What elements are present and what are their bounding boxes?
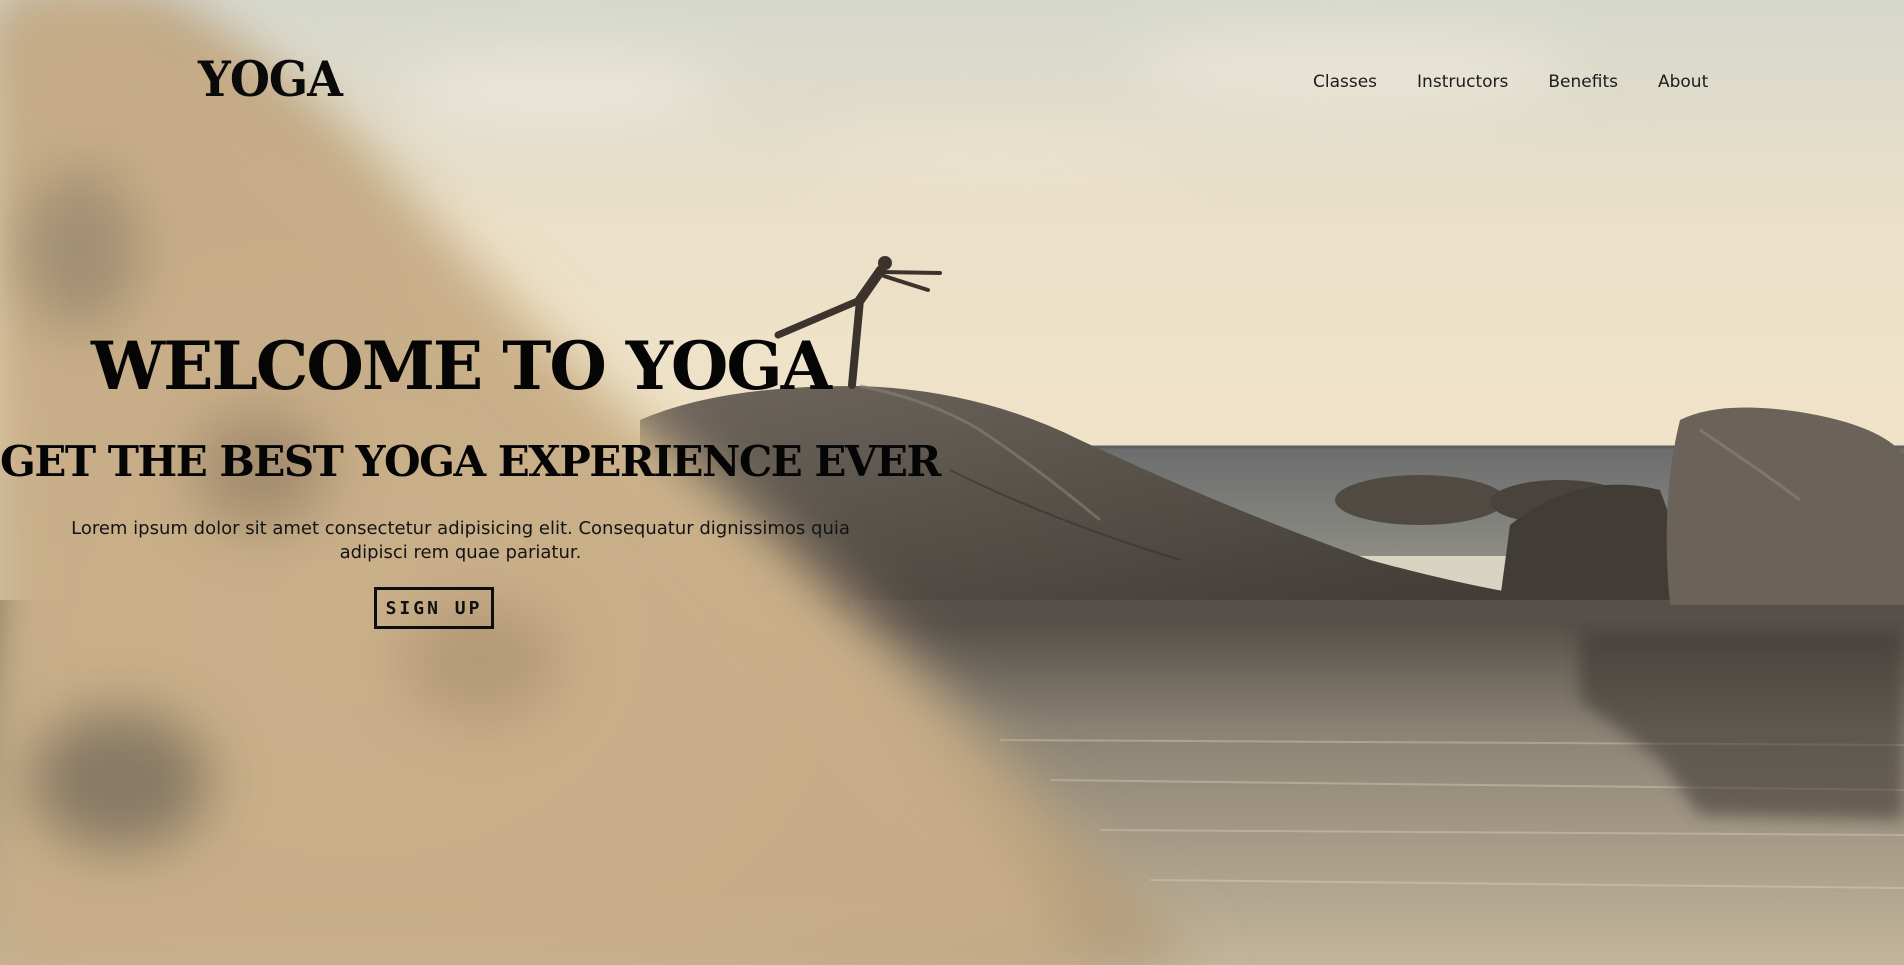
hero-title: WELCOME TO YOGA bbox=[91, 327, 832, 405]
nav-item-benefits[interactable]: Benefits bbox=[1548, 72, 1618, 92]
nav-item-about[interactable]: About bbox=[1658, 72, 1708, 92]
nav-item-classes[interactable]: Classes bbox=[1313, 72, 1377, 92]
brand-logo[interactable]: YOGA bbox=[198, 51, 343, 108]
hero-subtitle: GET THE BEST YOGA EXPERIENCE EVER bbox=[0, 437, 941, 486]
main-nav: Classes Instructors Benefits About bbox=[1313, 72, 1708, 92]
sign-up-button[interactable]: SIGN UP bbox=[374, 587, 494, 629]
hero-description: Lorem ipsum dolor sit amet consectetur a… bbox=[71, 518, 850, 563]
hero-section: YOGA Classes Instructors Benefits About … bbox=[0, 0, 1904, 965]
nav-item-instructors[interactable]: Instructors bbox=[1417, 72, 1508, 92]
